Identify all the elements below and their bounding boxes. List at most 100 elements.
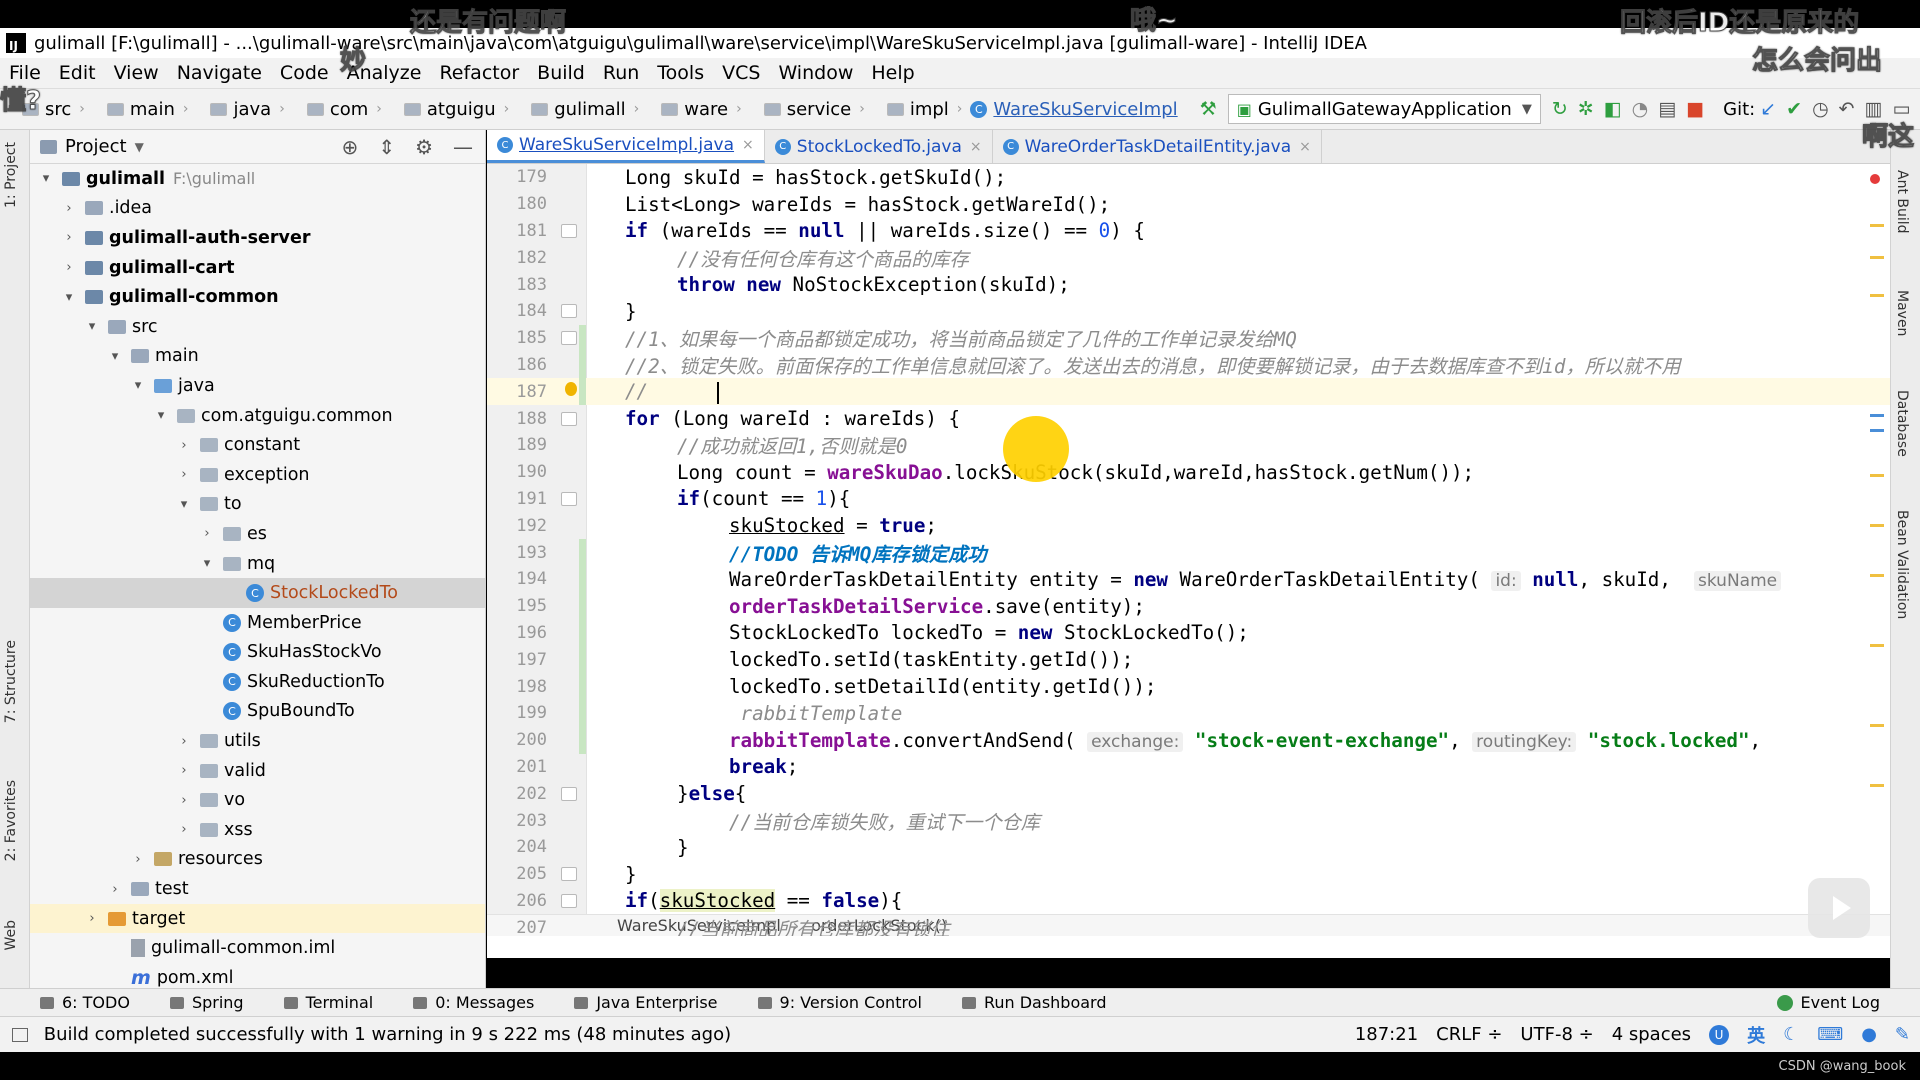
code-line[interactable]: 206 if(skuStocked == false){ — [487, 888, 1890, 915]
close-icon[interactable]: × — [970, 139, 982, 155]
vcs-change-marker[interactable] — [579, 673, 586, 700]
close-icon[interactable]: × — [742, 137, 754, 153]
chevron-right-icon[interactable]: › — [61, 260, 77, 275]
debug-bug-icon[interactable]: ✲ — [1578, 96, 1594, 122]
tree-item[interactable]: ▾ gulimall F:\gulimall — [30, 164, 485, 194]
chevron-right-icon[interactable]: › — [176, 467, 192, 482]
editor-tab[interactable]: C WareOrderTaskDetailEntity.java × — [993, 130, 1322, 163]
code-line[interactable]: 192 skuStocked = true; — [487, 512, 1890, 539]
vcs-change-marker[interactable] — [579, 619, 586, 647]
menu-run[interactable]: Run — [594, 62, 648, 84]
tree-item[interactable]: C StockLockedTo — [30, 578, 485, 608]
tree-item[interactable]: ▾ com.atguigu.common — [30, 401, 485, 431]
collapse-all-icon[interactable]: ⇕ — [378, 135, 395, 159]
code-line[interactable]: 183 throw new NoStockException(skuId); — [487, 271, 1890, 298]
vcs-change-marker[interactable] — [579, 324, 586, 352]
code-line[interactable]: 184} — [487, 298, 1890, 325]
tree-item[interactable]: C MemberPrice — [30, 608, 485, 638]
menu-help[interactable]: Help — [862, 62, 923, 84]
git-history-icon[interactable]: ◷ — [1812, 96, 1829, 122]
breadcrumb-ware[interactable]: ware › — [639, 99, 742, 120]
chevron-right-icon[interactable]: › — [176, 763, 192, 778]
file-encoding[interactable]: UTF-8 ÷ — [1520, 1024, 1593, 1045]
code-line[interactable]: 194 WareOrderTaskDetailEntity entity = ne… — [487, 565, 1890, 593]
vcs-change-marker[interactable] — [579, 592, 586, 620]
breadcrumb-class[interactable]: C WareSkuServiceImpl — [962, 99, 1178, 120]
code-line[interactable]: 204} — [487, 834, 1890, 861]
tool-button[interactable]: Run Dashboard — [961, 993, 1107, 1012]
tab-favorites-tool[interactable]: 2: Favorites — [3, 780, 19, 861]
indent-setting[interactable]: 4 spaces — [1612, 1024, 1691, 1045]
tab-database[interactable]: Database — [1894, 390, 1910, 457]
error-stripe[interactable] — [1860, 164, 1890, 924]
tree-item[interactable]: › utils — [30, 726, 485, 756]
fold-marker-icon[interactable] — [561, 411, 577, 426]
tool-button[interactable]: Spring — [169, 993, 244, 1012]
code-line[interactable]: 195 orderTaskDetailService.save(entity); — [487, 592, 1890, 620]
breadcrumb-impl[interactable]: impl › — [865, 99, 962, 120]
code-area[interactable]: 179 Long skuId = hasStock.getSkuId(); 180 L… — [487, 164, 1890, 936]
fold-marker-icon[interactable] — [561, 331, 577, 346]
chevron-down-icon[interactable]: ▾ — [199, 556, 215, 571]
warning-marker[interactable] — [1870, 724, 1884, 727]
tree-item[interactable]: › valid — [30, 756, 485, 786]
vcs-change-marker[interactable] — [579, 539, 586, 566]
chevron-down-icon[interactable]: ▾ — [38, 171, 54, 186]
gear-icon[interactable]: ⚙ — [415, 135, 433, 159]
warning-marker[interactable] — [1870, 224, 1884, 227]
tree-item[interactable]: ▾ main — [30, 342, 485, 372]
run-configuration-select[interactable]: ▣ GulimallGatewayApplication ▼ — [1227, 94, 1541, 124]
menu-refactor[interactable]: Refactor — [430, 62, 528, 84]
tree-item[interactable]: ▾ java — [30, 371, 485, 401]
tree-item[interactable]: C SkuReductionTo — [30, 667, 485, 697]
editor-tab[interactable]: C StockLockedTo.java × — [765, 130, 993, 163]
menu-edit[interactable]: Edit — [50, 62, 105, 84]
menu-tools[interactable]: Tools — [648, 62, 713, 84]
tree-item[interactable]: › gulimall-auth-server — [30, 223, 485, 253]
chevron-right-icon[interactable]: › — [176, 734, 192, 749]
menu-vcs[interactable]: VCS — [713, 62, 769, 84]
vcs-change-marker[interactable] — [579, 351, 586, 379]
chevron-down-icon[interactable]: ▾ — [153, 408, 169, 423]
code-line[interactable]: 188 for (Long wareId : wareIds) { — [487, 405, 1890, 432]
chevron-right-icon[interactable]: › — [176, 438, 192, 453]
info-marker[interactable] — [1870, 429, 1884, 432]
tree-item[interactable]: › target — [30, 903, 485, 934]
code-line[interactable]: 197 lockedTo.setId(taskEntity.getId()); — [487, 646, 1890, 674]
chevron-down-icon[interactable]: ▾ — [61, 290, 77, 305]
tab-web-tool[interactable]: Web — [3, 920, 19, 951]
chevron-right-icon[interactable]: › — [61, 230, 77, 245]
menu-view[interactable]: View — [105, 62, 168, 84]
tree-item[interactable]: › constant — [30, 430, 485, 460]
chevron-down-icon[interactable]: ▾ — [176, 497, 192, 512]
chevron-right-icon[interactable]: › — [130, 852, 146, 867]
fold-marker-icon[interactable] — [561, 304, 577, 319]
code-line[interactable]: 186 //2、锁定失败。前面保存的工作单信息就回滚了。发送出去的消息，即使要解锁… — [487, 351, 1890, 379]
breadcrumb-gulimall[interactable]: gulimall › — [509, 99, 639, 120]
tab-bean-validation[interactable]: Bean Validation — [1894, 510, 1910, 619]
tree-item[interactable]: gulimall-common.iml — [30, 933, 485, 963]
chevron-right-icon[interactable]: › — [199, 526, 215, 541]
fold-marker-icon[interactable] — [561, 893, 577, 908]
code-line[interactable]: 203 //当前仓库锁失败，重试下一个仓库 — [487, 807, 1890, 834]
chevron-right-icon[interactable]: › — [107, 882, 123, 897]
tree-item[interactable]: › xss — [30, 815, 485, 845]
tab-project-tool[interactable]: 1: Project — [3, 142, 19, 208]
info-marker[interactable] — [1870, 414, 1884, 417]
code-line[interactable]: 185 //1、如果每一个商品都锁定成功，将当前商品锁定了几件的工作单记录发给MQ — [487, 324, 1890, 352]
rerun-icon[interactable]: ↻ — [1552, 96, 1568, 122]
build-hammer-icon[interactable]: ⚒ — [1200, 96, 1217, 122]
locate-icon[interactable]: ⊕ — [342, 135, 359, 159]
code-line[interactable]: 187 // — [487, 378, 1890, 406]
chevron-right-icon[interactable]: › — [61, 201, 77, 216]
tool-button[interactable]: 0: Messages — [413, 993, 534, 1012]
fold-marker-icon[interactable] — [561, 491, 577, 506]
warning-marker[interactable] — [1870, 574, 1884, 577]
breadcrumb-service[interactable]: service › — [742, 99, 865, 120]
code-line[interactable]: 190 Long count = wareSkuDao.lockSkuStock(… — [487, 459, 1890, 486]
tree-item[interactable]: ▾ gulimall-common — [30, 282, 485, 312]
warning-marker[interactable] — [1870, 256, 1884, 259]
hide-icon[interactable]: — — [453, 135, 473, 159]
code-line[interactable]: 189 //成功就返回1,否则就是0 — [487, 432, 1890, 459]
code-line[interactable]: 193 //TODO 告诉MQ库存锁定成功 — [487, 539, 1890, 566]
